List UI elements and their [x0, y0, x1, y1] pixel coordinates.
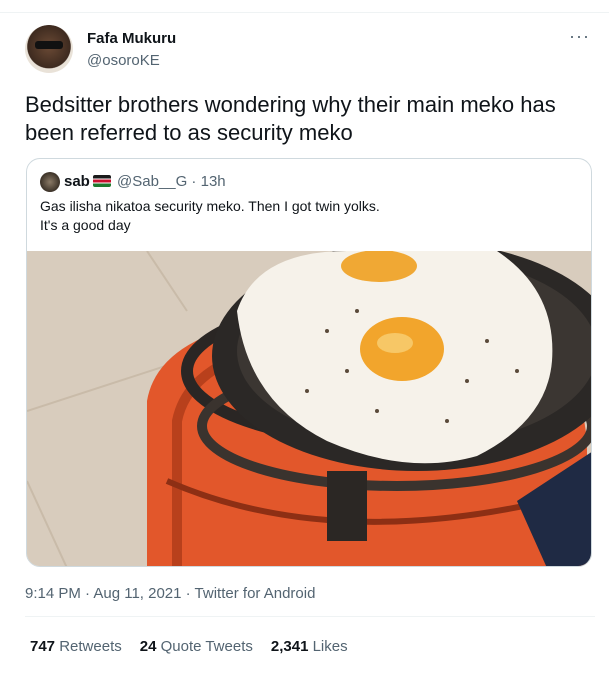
- quoted-text-line: Gas ilisha nikatoa security meko. Then I…: [40, 198, 380, 214]
- tweet-stats: 747 Retweets 24 Quote Tweets 2,341 Likes: [30, 638, 348, 655]
- tweet-timestamp[interactable]: 9:14 PM · Aug 11, 2021 · Twitter for And…: [25, 585, 315, 602]
- likes-label: Likes: [312, 638, 348, 655]
- egg-pan-photo: [27, 251, 591, 566]
- quote-tweets-stat[interactable]: 24 Quote Tweets: [140, 638, 253, 655]
- kenya-flag-icon: [93, 175, 111, 187]
- quoted-text: Gas ilisha nikatoa security meko. Then I…: [40, 197, 560, 235]
- stats-divider: [25, 616, 595, 617]
- author-handle[interactable]: @osoroKE: [87, 52, 160, 69]
- author-name[interactable]: Fafa Mukuru: [87, 30, 176, 47]
- quote-tweets-count: 24: [139, 638, 157, 655]
- retweets-label: Retweets: [59, 638, 122, 655]
- retweets-count: 747: [30, 638, 56, 655]
- quoted-tweet[interactable]: sab @Sab__G · 13h Gas ilisha nikatoa sec…: [26, 158, 592, 567]
- author-avatar[interactable]: [25, 25, 73, 73]
- sunglasses-graphic: [35, 41, 63, 49]
- quoted-handle-time: @Sab__G · 13h: [117, 173, 226, 190]
- tweet-text: Bedsitter brothers wondering why their m…: [25, 92, 556, 145]
- top-divider: [0, 12, 609, 13]
- more-options-icon[interactable]: ···: [569, 26, 590, 47]
- likes-stat[interactable]: 2,341 Likes: [271, 638, 348, 655]
- retweets-stat[interactable]: 747 Retweets: [30, 638, 122, 655]
- quoted-photo[interactable]: [27, 251, 591, 566]
- quote-tweets-label: Quote Tweets: [160, 638, 253, 655]
- quoted-avatar[interactable]: [40, 172, 60, 192]
- quoted-text-line: It's a good day: [40, 217, 131, 233]
- quoted-author-name[interactable]: sab: [64, 173, 90, 190]
- likes-count: 2,341: [270, 638, 309, 655]
